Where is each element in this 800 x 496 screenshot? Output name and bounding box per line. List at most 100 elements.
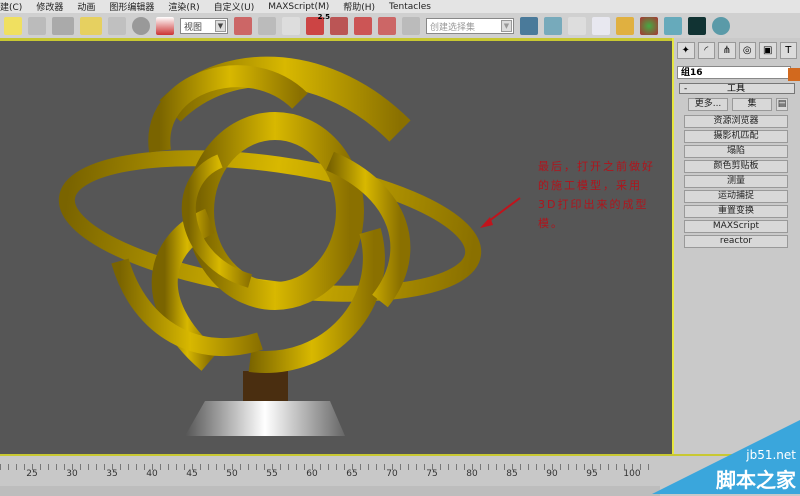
timeline-tick	[224, 464, 225, 470]
menu-maxscript[interactable]: MAXScript(M)	[268, 2, 329, 12]
utilities-tab-icon[interactable]: T	[779, 42, 797, 59]
timeline-tick	[256, 464, 257, 470]
timeline-tick	[504, 464, 505, 470]
material-editor-icon[interactable]	[640, 16, 658, 35]
timeline-tick	[160, 464, 161, 470]
timeline-tick	[576, 464, 577, 470]
rotate-icon[interactable]	[108, 16, 126, 35]
display-tab-icon[interactable]: ▣	[759, 42, 777, 59]
timeline-tick	[648, 464, 649, 470]
hierarchy-tab-icon[interactable]: ⋔	[718, 42, 736, 59]
tool-color-clipboard[interactable]: 颜色剪贴板	[684, 160, 788, 173]
timeline-tick	[208, 464, 209, 470]
timeline-tick	[448, 464, 449, 470]
tool-motion-capture[interactable]: 运动捕捉	[684, 190, 788, 203]
timeline-label: 100	[623, 469, 641, 479]
timeline-label: 90	[546, 469, 558, 479]
tool-asset-browser[interactable]: 资源浏览器	[684, 115, 788, 128]
curve-editor-icon[interactable]	[592, 16, 610, 35]
menu-customize[interactable]: 自定义(U)	[214, 0, 255, 13]
keyboard-shortcut-icon[interactable]	[282, 16, 300, 35]
timeline-tick	[336, 464, 337, 470]
view-select-value: 视图	[184, 22, 203, 33]
object-color-swatch[interactable]	[788, 68, 800, 81]
configure-sets-icon[interactable]: ▤	[776, 98, 788, 111]
timeline-tick	[264, 464, 265, 470]
menu-help[interactable]: 帮助(H)	[343, 0, 375, 13]
percent-snap-icon[interactable]	[354, 16, 372, 35]
timeline-tick	[144, 464, 145, 470]
timeline-label: 60	[306, 469, 318, 479]
layer-manager-icon[interactable]	[568, 16, 586, 35]
timeline-label: 80	[466, 469, 478, 479]
menu-rendering[interactable]: 渲染(R)	[168, 0, 199, 13]
dropdown-arrow-icon: ▼	[215, 19, 226, 32]
spinner-snap-icon[interactable]	[378, 16, 396, 35]
tool-camera-match[interactable]: 摄影机匹配	[684, 130, 788, 143]
motion-tab-icon[interactable]: ◎	[738, 42, 756, 59]
rendered-frame-icon[interactable]	[688, 16, 706, 35]
select-by-name-icon[interactable]	[28, 16, 46, 35]
timeline-tick	[240, 464, 241, 470]
object-name-field[interactable]: 组16	[677, 66, 791, 79]
rollout-title: 工具	[726, 84, 745, 94]
edit-named-sets-icon[interactable]	[402, 16, 420, 35]
tool-collapse[interactable]: 塌陷	[684, 145, 788, 158]
render-teapot-icon[interactable]	[712, 16, 730, 35]
sculpture-model	[58, 56, 521, 436]
tool-maxscript[interactable]: MAXScript	[684, 220, 788, 233]
timeline-label: 55	[266, 469, 278, 479]
timeline-tick	[80, 464, 81, 470]
render-setup-icon[interactable]	[664, 16, 682, 35]
selection-set-placeholder: 创建选择集	[430, 22, 476, 33]
watermark-name: 脚本之家	[716, 468, 796, 492]
mirror-icon[interactable]	[520, 16, 538, 35]
timeline-tick	[48, 464, 49, 470]
more-button[interactable]: 更多...	[688, 98, 728, 111]
named-selection-set[interactable]: 创建选择集 ▼	[426, 17, 514, 34]
snap-toggle-icon[interactable]: 2.5	[306, 13, 330, 35]
menu-animation[interactable]: 动画	[77, 0, 95, 13]
selection-region-icon[interactable]	[52, 16, 74, 35]
timeline-tick	[360, 464, 361, 470]
tool-measure[interactable]: 测量	[684, 175, 788, 188]
pivot-icon[interactable]	[234, 16, 252, 35]
timeline-tick	[528, 464, 529, 470]
sculpture-ribbons	[58, 56, 482, 373]
perspective-viewport[interactable]: 最后，打开之前做好的施工模型，采用3D打印出来的成型模。	[0, 41, 672, 454]
timeline-tick	[584, 464, 585, 470]
menu-create[interactable]: 建(C)	[0, 0, 22, 13]
tool-reset-xform[interactable]: 重置变换	[684, 205, 788, 218]
scale-icon[interactable]	[132, 16, 150, 35]
timeline-tick	[200, 464, 201, 470]
view-select[interactable]: 视图 ▼	[180, 17, 228, 34]
timeline-tick	[120, 464, 121, 470]
window-crossing-icon[interactable]	[80, 16, 102, 35]
timeline-tick	[88, 464, 89, 470]
menu-modifiers[interactable]: 修改器	[36, 0, 63, 13]
timeline-tick	[344, 464, 345, 470]
tool-reactor[interactable]: reactor	[684, 235, 788, 248]
utilities-rollout-header[interactable]: - 工具	[679, 83, 795, 94]
menu-tentacles[interactable]: Tentacles	[389, 2, 431, 12]
angle-snap-icon[interactable]	[330, 16, 348, 35]
timeline-tick	[480, 464, 481, 470]
timeline-tick	[128, 464, 129, 470]
timeline-tick	[376, 464, 377, 470]
timeline-tick	[608, 464, 609, 470]
schematic-view-icon[interactable]	[616, 16, 634, 35]
menu-graph-editors[interactable]: 图形编辑器	[109, 0, 154, 13]
timeline-tick	[8, 464, 9, 470]
create-tab-icon[interactable]: ✦	[677, 42, 695, 59]
timeline-tick	[568, 464, 569, 470]
modify-tab-icon[interactable]: ◜	[697, 42, 715, 59]
manipulate-icon[interactable]	[258, 16, 276, 35]
timeline-tick	[288, 464, 289, 470]
timeline-ruler[interactable]: 25 30 35 40 45 50 55 60 65 70 75 80 85 90 95 100	[0, 464, 660, 479]
timeline-tick	[600, 464, 601, 470]
align-icon[interactable]	[544, 16, 562, 35]
timeline-tick	[304, 464, 305, 470]
select-icon[interactable]	[4, 16, 22, 35]
sets-button[interactable]: 集	[732, 98, 772, 111]
reference-coord-icon[interactable]	[156, 16, 174, 35]
